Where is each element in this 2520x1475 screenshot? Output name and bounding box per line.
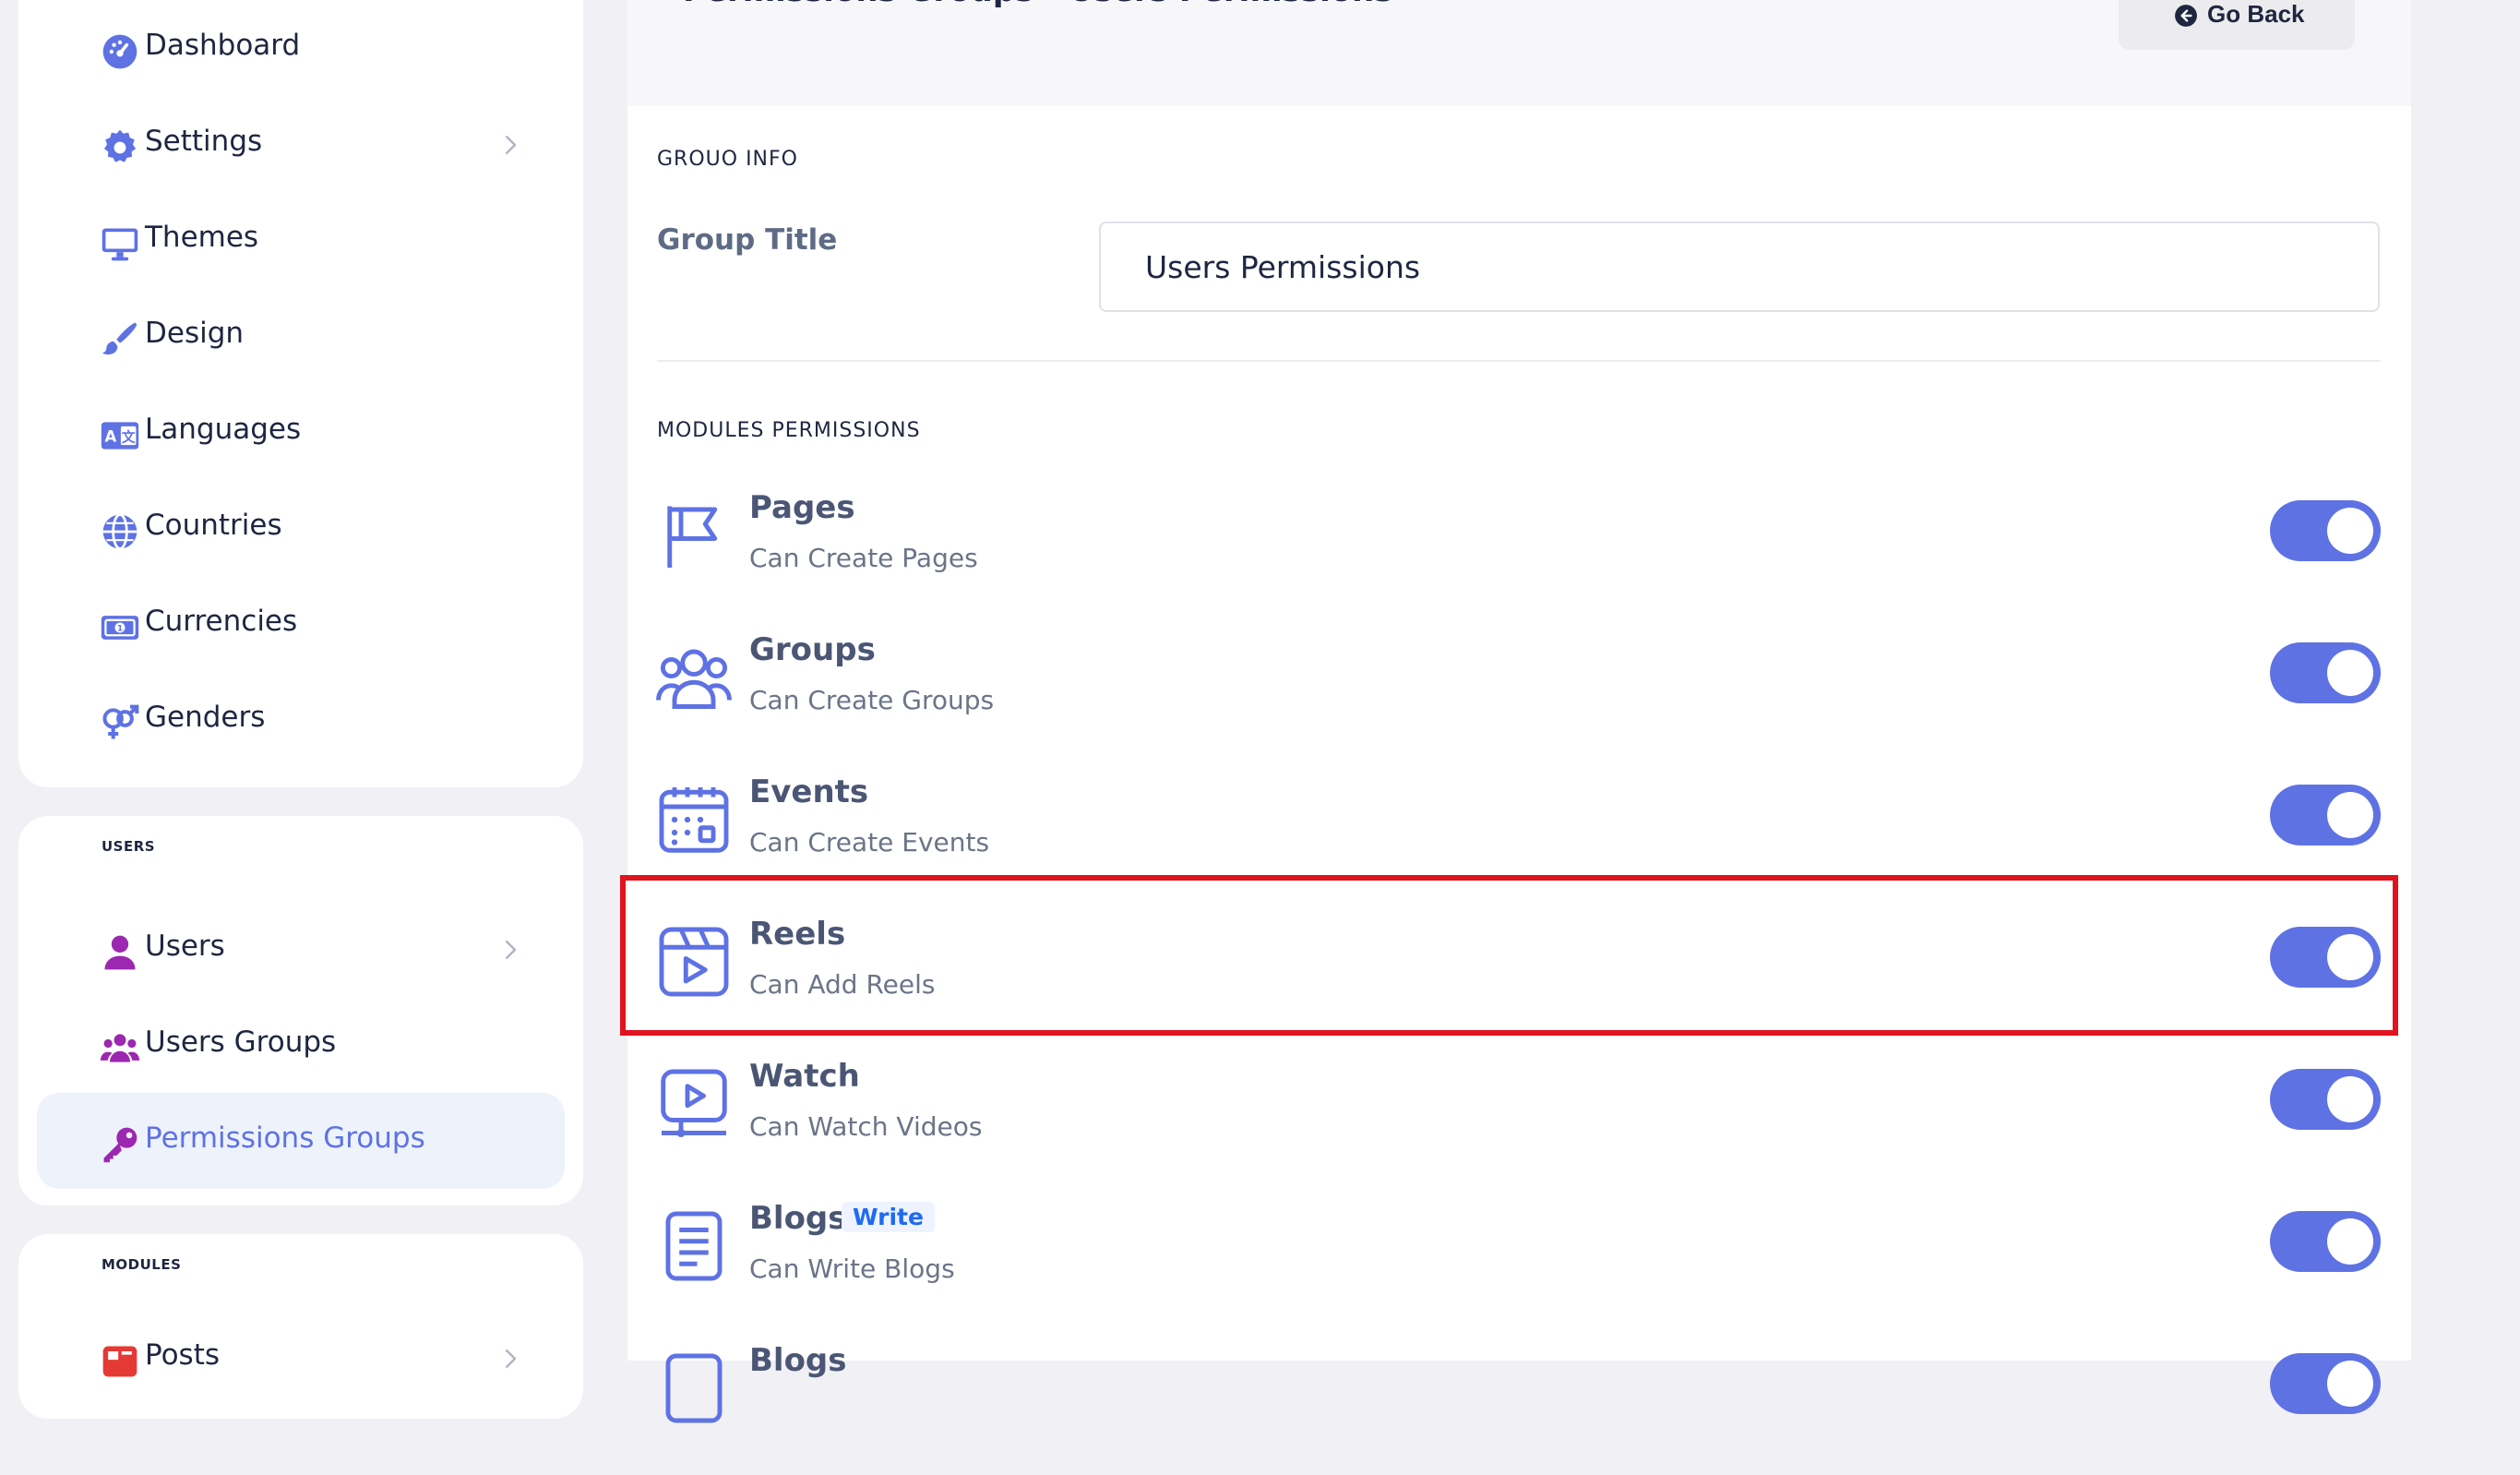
user-icon — [100, 932, 140, 973]
permission-title: Reels — [749, 916, 846, 953]
permission-title: Events — [749, 773, 869, 810]
page-title: Permissions Groups › Users Permissions — [683, 0, 1393, 9]
arrow-left-circle-icon — [2174, 4, 2198, 28]
flag-icon — [655, 497, 733, 574]
group-info-section-title: GROUO INFO — [657, 148, 798, 171]
sidebar-main-card: Dashboard Settings Themes Design A文 Lang… — [18, 0, 583, 787]
calendar-icon — [655, 781, 733, 858]
toggle-knob — [2327, 934, 2373, 980]
toggle-knob — [2327, 1361, 2373, 1407]
sidebar-item-label: Genders — [145, 701, 266, 734]
groups-toggle[interactable] — [2270, 642, 2381, 703]
go-back-label: Go Back — [2207, 0, 2305, 28]
watch-toggle[interactable] — [2270, 1069, 2381, 1130]
sidebar-item-label: Dashboard — [145, 29, 301, 62]
sidebar-item-users[interactable]: Users — [18, 901, 583, 997]
sidebar-item-label: Permissions Groups — [145, 1121, 425, 1155]
permission-description: Can Watch Videos — [749, 1111, 983, 1142]
permission-row-blogs-write: Blogs Write Can Write Blogs — [646, 1191, 2399, 1333]
sidebar-users-card: USERS Users Users Groups Permissions Gro… — [18, 816, 583, 1205]
posts-icon — [100, 1341, 140, 1382]
toggle-knob — [2327, 792, 2373, 838]
permission-row-events: Events Can Create Events — [646, 764, 2399, 906]
language-icon: A文 — [100, 415, 140, 456]
sidebar-item-posts[interactable]: Posts — [18, 1310, 583, 1406]
sidebar-item-label: Posts — [145, 1338, 221, 1372]
toggle-knob — [2327, 508, 2373, 554]
sidebar-item-label: Users — [145, 929, 225, 963]
sidebar-item-currencies[interactable]: 1 Currencies — [18, 576, 583, 672]
modules-permissions-section-title: MODULES PERMISSIONS — [657, 419, 921, 442]
sidebar-item-design[interactable]: Design — [18, 288, 583, 384]
globe-icon — [100, 511, 140, 552]
permission-title: Blogs — [749, 1342, 847, 1379]
sidebar-item-label: Settings — [145, 125, 263, 158]
users-section-label: USERS — [102, 838, 156, 855]
divider — [657, 360, 2381, 362]
sidebar-item-permissions-groups[interactable]: Permissions Groups — [37, 1093, 565, 1189]
svg-text:A: A — [105, 427, 117, 445]
write-badge: Write — [842, 1202, 935, 1232]
sidebar-item-settings[interactable]: Settings — [18, 96, 583, 192]
sidebar-item-languages[interactable]: A文 Languages — [18, 384, 583, 480]
toggle-knob — [2327, 1218, 2373, 1265]
toggle-knob — [2327, 1076, 2373, 1122]
sidebar-item-label: Currencies — [145, 605, 298, 638]
permission-description: Can Create Pages — [749, 543, 978, 573]
events-toggle[interactable] — [2270, 785, 2381, 845]
sidebar-item-label: Languages — [145, 413, 302, 446]
document-icon — [655, 1207, 733, 1285]
gender-icon — [100, 703, 140, 744]
paintbrush-icon — [100, 319, 140, 360]
sidebar-item-label: Themes — [145, 221, 259, 254]
users-icon — [655, 639, 733, 716]
toggle-knob — [2327, 650, 2373, 696]
svg-text:1: 1 — [117, 624, 123, 634]
permission-row-pages: Pages Can Create Pages — [646, 480, 2399, 622]
chevron-right-icon — [496, 1345, 524, 1373]
reels-toggle[interactable] — [2270, 927, 2381, 988]
sidebar-item-genders[interactable]: Genders — [18, 672, 583, 768]
sidebar-item-label: Design — [145, 317, 245, 350]
sidebar-item-label: Countries — [145, 509, 282, 542]
permission-description: Can Write Blogs — [749, 1253, 955, 1284]
svg-text:文: 文 — [122, 428, 136, 445]
permission-row-watch: Watch Can Watch Videos — [646, 1049, 2399, 1191]
permission-title: Groups — [749, 631, 876, 668]
sidebar-item-dashboard[interactable]: Dashboard — [18, 0, 583, 96]
pages-toggle[interactable] — [2270, 500, 2381, 561]
reels-icon — [655, 923, 733, 1001]
sidebar-item-label: Users Groups — [145, 1025, 337, 1059]
dashboard-gauge-icon — [100, 31, 140, 72]
permission-title: Watch — [749, 1058, 860, 1095]
group-title-input[interactable] — [1099, 222, 2380, 312]
go-back-button[interactable]: Go Back — [2119, 0, 2355, 50]
permission-description: Can Create Groups — [749, 685, 995, 715]
chevron-right-icon — [496, 131, 524, 159]
sidebar-item-themes[interactable]: Themes — [18, 192, 583, 288]
chevron-right-icon — [496, 936, 524, 964]
video-monitor-icon — [655, 1065, 733, 1143]
permission-title: Blogs — [749, 1200, 847, 1237]
key-icon — [100, 1124, 140, 1165]
permission-row-blogs: Blogs — [646, 1333, 2399, 1475]
gear-icon — [100, 127, 140, 168]
permission-row-groups: Groups Can Create Groups — [646, 622, 2399, 764]
permission-title: Pages — [749, 489, 855, 526]
group-title-label: Group Title — [657, 223, 838, 257]
users-group-icon — [100, 1028, 140, 1069]
money-bill-icon: 1 — [100, 607, 140, 648]
modules-section-label: MODULES — [102, 1256, 182, 1273]
blogs-write-toggle[interactable] — [2270, 1211, 2381, 1272]
permission-description: Can Add Reels — [749, 969, 936, 1000]
permission-description: Can Create Events — [749, 827, 990, 857]
sidebar-item-countries[interactable]: Countries — [18, 480, 583, 576]
sidebar-item-users-groups[interactable]: Users Groups — [18, 997, 583, 1093]
blogs-toggle[interactable] — [2270, 1353, 2381, 1414]
document-icon — [655, 1349, 733, 1427]
sidebar-modules-card: MODULES Posts — [18, 1234, 583, 1419]
monitor-icon — [100, 223, 140, 264]
permission-row-reels: Reels Can Add Reels — [646, 906, 2399, 1049]
